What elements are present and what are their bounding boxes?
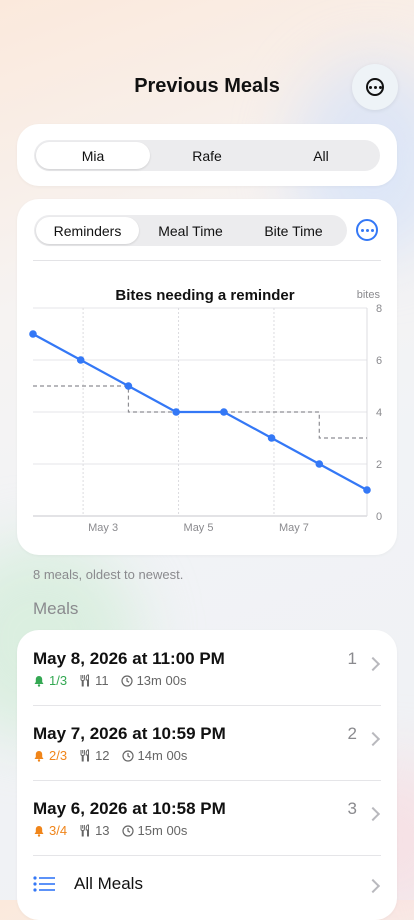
bite-count: 11	[95, 673, 109, 688]
reminder-count: 2/3	[49, 748, 68, 763]
clock-icon	[121, 824, 134, 837]
meals-section-title: Meals	[33, 599, 79, 618]
data-point	[29, 330, 37, 338]
chevron-right-icon	[365, 878, 381, 894]
chevron-right-icon	[365, 806, 381, 822]
all-meals-label: All Meals	[74, 874, 143, 893]
y-tick-label: 6	[376, 355, 382, 367]
bite-count: 13	[95, 823, 110, 838]
person-option-all[interactable]: All	[264, 142, 378, 169]
chevron-right-icon	[365, 731, 381, 747]
fork-knife-icon	[80, 824, 90, 837]
y-tick-label: 8	[376, 303, 382, 315]
chart-card: Reminders Meal Time Bite Time Bites need…	[17, 199, 397, 555]
y-tick-label: 4	[376, 407, 382, 419]
reminder-count: 1/3	[49, 673, 68, 688]
list-icon	[33, 876, 55, 892]
meal-number: 1	[347, 649, 357, 668]
data-point	[76, 356, 85, 364]
meal-number: 2	[347, 724, 357, 743]
clock-icon	[120, 674, 133, 687]
chart-title: Bites needing a reminder	[115, 287, 294, 304]
all-meals-row[interactable]: All Meals	[17, 856, 397, 911]
fork-knife-icon	[80, 674, 90, 687]
meal-row[interactable]: May 6, 2026 at 10:58 PM 3 3/4 13 15m 00s	[17, 780, 397, 855]
person-option-rafe[interactable]: Rafe	[150, 142, 264, 169]
person-segmented-control: Mia Rafe All	[34, 140, 380, 171]
data-point	[124, 382, 133, 390]
person-option-mia[interactable]: Mia	[36, 142, 150, 169]
bell-icon	[34, 675, 44, 687]
bite-count: 12	[95, 748, 110, 763]
data-point	[220, 408, 228, 416]
reminder-count: 3/4	[49, 823, 68, 838]
bell-icon	[34, 825, 44, 837]
data-point	[315, 460, 324, 468]
bites-chart: Bites needing a reminder bites 0 2 4 6 8 May …	[29, 287, 382, 534]
more-options-button[interactable]	[352, 64, 398, 110]
x-tick-label: May 3	[88, 522, 118, 534]
chart-footnote: 8 meals, oldest to newest.	[33, 567, 184, 582]
meal-row[interactable]: May 7, 2026 at 10:59 PM 2 2/3 12 14m 00s	[17, 705, 397, 780]
meal-date: May 8, 2026 at 11:00 PM	[33, 649, 225, 668]
bell-icon	[34, 750, 44, 762]
ellipsis-circle-icon	[366, 78, 384, 96]
meals-list-card: May 8, 2026 at 11:00 PM 1 1/3 11 13m 00s…	[17, 630, 397, 920]
data-point	[267, 434, 276, 442]
meal-duration: 13m 00s	[136, 673, 187, 688]
data-point	[172, 408, 180, 416]
meal-date: May 6, 2026 at 10:58 PM	[33, 799, 226, 818]
clock-icon	[121, 749, 134, 762]
fork-knife-icon	[80, 749, 90, 762]
meal-date: May 7, 2026 at 10:59 PM	[33, 724, 226, 743]
y-tick-label: 2	[376, 459, 382, 471]
meal-duration: 14m 00s	[137, 748, 188, 763]
x-tick-label: May 5	[184, 522, 214, 534]
x-tick-label: May 7	[279, 522, 309, 534]
y-axis-unit: bites	[357, 289, 381, 301]
meal-number: 3	[347, 799, 357, 818]
data-point	[363, 486, 371, 494]
person-picker-card: Mia Rafe All	[17, 124, 397, 186]
chevron-right-icon	[365, 656, 381, 672]
meal-duration: 15m 00s	[137, 823, 188, 838]
y-tick-label: 0	[376, 511, 382, 523]
meal-row[interactable]: May 8, 2026 at 11:00 PM 1 1/3 11 13m 00s	[17, 630, 397, 705]
